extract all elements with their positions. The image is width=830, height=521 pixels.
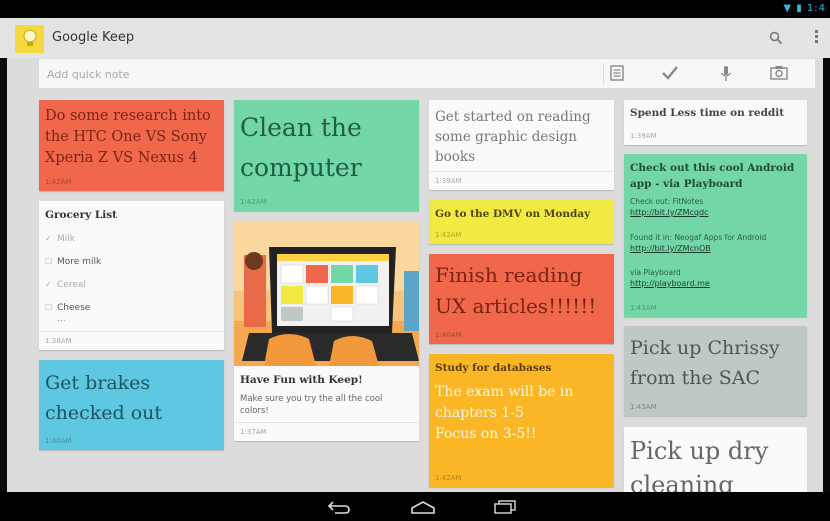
note-text: Do some research into the HTC One VS Son… — [45, 108, 211, 166]
list-item[interactable]: ☐ Cheese — [45, 303, 90, 313]
note-card-graphic[interactable]: Get started on reading some graphic desi… — [429, 100, 614, 190]
app-bar: Google Keep — [0, 18, 830, 58]
note-timestamp: 1:42AM — [435, 231, 462, 239]
divider — [39, 331, 224, 332]
note-card-reddit[interactable]: Spend Less time on reddit 1:39AM — [624, 100, 807, 145]
note-timestamp: 1:40AM — [435, 331, 462, 339]
note-body: via Playboard — [630, 268, 681, 277]
list-item-label: Cheese — [57, 303, 91, 313]
text-note-icon[interactable] — [610, 65, 632, 83]
note-card-htc[interactable]: Do some research into the HTC One VS Son… — [39, 100, 224, 191]
checked-icon[interactable]: ✓ — [45, 234, 54, 243]
quick-note-bar[interactable]: Add quick note — [39, 59, 815, 89]
checkbox-icon[interactable]: ☐ — [45, 303, 54, 312]
note-timestamp: 1:40AM — [45, 437, 72, 445]
divider — [429, 171, 614, 172]
note-link[interactable]: http://bit.ly/ZMcqdc — [630, 208, 708, 217]
note-card-dmv[interactable]: Go to the DMV on Monday 1:42AM — [429, 200, 614, 244]
back-icon[interactable] — [327, 499, 351, 518]
note-text: Get brakes checked out — [45, 372, 163, 424]
note-card-grocery[interactable]: Grocery List ✓ Milk ☐ More milk ✓ Cereal ☐ C… — [39, 201, 224, 350]
note-timestamp: 1:39AM — [630, 132, 657, 140]
checkbox-icon[interactable]: ☐ — [45, 257, 54, 266]
home-icon[interactable] — [410, 499, 436, 518]
note-text: Clean the computer — [240, 113, 362, 182]
note-card-study[interactable]: Study for databases The exam will be in … — [429, 354, 614, 487]
note-title: Study for databases — [435, 362, 552, 374]
note-timestamp: 1:42AM — [45, 178, 72, 186]
note-card-brakes[interactable]: Get brakes checked out 1:40AM — [39, 360, 224, 450]
camera-icon[interactable] — [770, 65, 792, 83]
list-item[interactable]: ☐ More milk — [45, 257, 101, 267]
divider — [234, 422, 419, 423]
list-item-label: More milk — [57, 257, 102, 267]
microphone-icon[interactable] — [720, 65, 742, 83]
search-icon[interactable] — [769, 30, 783, 49]
recent-apps-icon[interactable] — [493, 499, 517, 518]
note-timestamp: 1:37AM — [240, 428, 267, 436]
list-item[interactable]: ✓ Cereal — [45, 280, 86, 290]
app-title: Google Keep — [52, 30, 135, 45]
note-text: Pick up dry cleaning — [630, 437, 769, 492]
note-timestamp: 1:39AM — [435, 177, 462, 185]
note-timestamp: 1:43AM — [630, 304, 657, 312]
list-item-label: Cereal — [57, 280, 86, 290]
list-item[interactable]: ✓ Milk — [45, 234, 75, 244]
note-title: Spend Less time on reddit — [630, 107, 785, 119]
note-title: Go to the DMV on Monday — [435, 208, 591, 220]
keep-logo-icon[interactable] — [15, 25, 44, 53]
note-body: Check out: FitNotes — [630, 197, 704, 206]
note-card-chrissy[interactable]: Pick up Chrissy from the SAC 1:43AM — [624, 326, 807, 416]
note-body: Found it in: Neogaf Apps for Android — [630, 233, 767, 242]
list-item-label: Milk — [57, 234, 75, 244]
checked-icon[interactable]: ✓ — [45, 280, 54, 289]
note-card-dry-cleaning[interactable]: Pick up dry cleaning — [624, 427, 807, 492]
quick-note-input[interactable]: Add quick note — [47, 68, 130, 81]
note-card-clean[interactable]: Clean the computer 1:42AM — [234, 100, 419, 211]
note-timestamp: 1:38AM — [45, 337, 72, 345]
note-timestamp: 1:43AM — [630, 403, 657, 411]
note-title: Have Fun with Keep! — [240, 374, 363, 386]
note-text: Get started on reading some graphic desi… — [435, 109, 591, 165]
notes-grid: Add quick note Do some research into the… — [7, 58, 823, 492]
note-text: Finish reading UX articles!!!!!! — [435, 263, 597, 318]
note-card-android[interactable]: Check out this cool Android app - via Pl… — [624, 154, 807, 317]
note-body: Make sure you try the all the cool color… — [240, 394, 383, 416]
more-items-indicator: ... — [57, 314, 66, 324]
status-icons: ▼ ▮ 1:4 — [783, 3, 826, 14]
note-card-fun[interactable]: Have Fun with Keep! Make sure you try th… — [234, 221, 419, 441]
status-bar: ▼ ▮ 1:4 — [0, 0, 830, 18]
note-text: Pick up Chrissy from the SAC — [630, 337, 780, 389]
note-title: Grocery List — [45, 209, 117, 221]
note-card-ux[interactable]: Finish reading UX articles!!!!!! 1:40AM — [429, 254, 614, 344]
note-timestamp: 1:42AM — [240, 198, 267, 206]
checklist-icon[interactable] — [661, 65, 683, 83]
note-link[interactable]: http://bit.ly/ZMcnOB — [630, 244, 711, 253]
note-title: Check out this cool Android app - via Pl… — [630, 162, 795, 190]
note-timestamp: 1:42AM — [435, 474, 462, 482]
navigation-bar — [0, 492, 830, 521]
note-body: The exam will be in chapters 1-5 — [435, 384, 574, 421]
divider — [603, 63, 604, 85]
note-body: Focus on 3-5!! — [435, 426, 537, 442]
note-link[interactable]: http://playboard.me — [630, 279, 710, 288]
note-image — [234, 221, 419, 366]
overflow-menu-icon[interactable] — [813, 28, 819, 48]
